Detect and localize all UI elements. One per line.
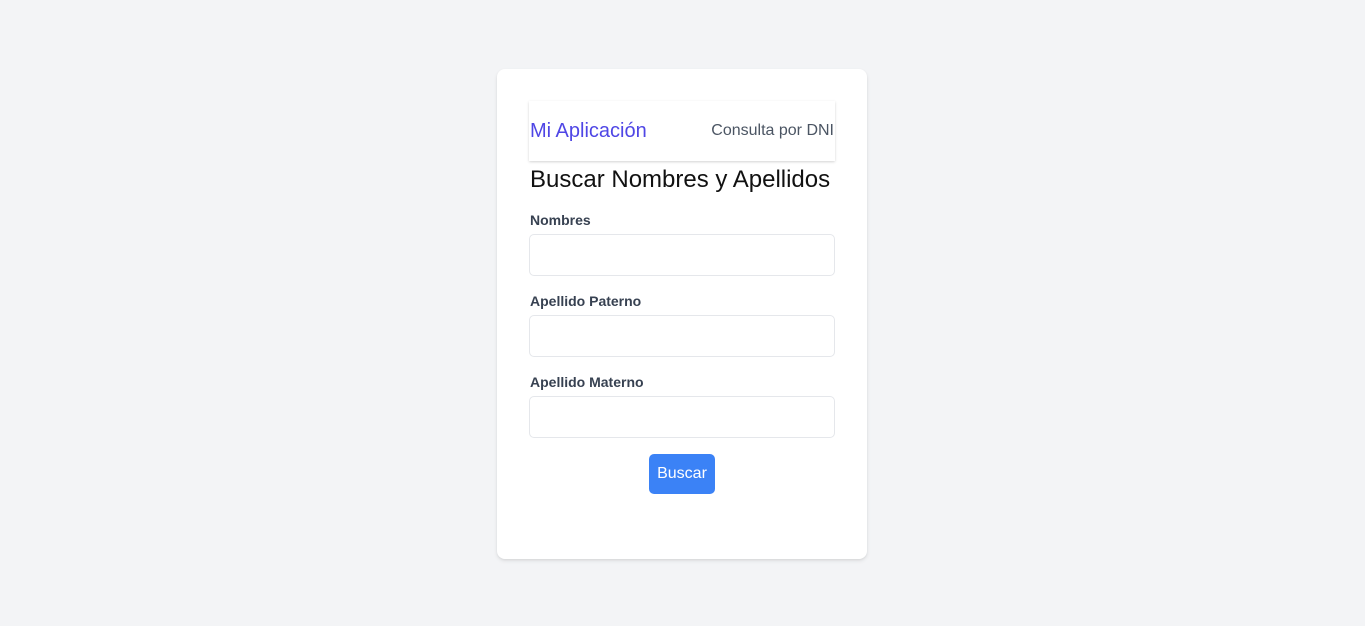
field-apellido-materno: Apellido Materno bbox=[529, 374, 835, 438]
nav-link-consulta-dni[interactable]: Consulta por DNI bbox=[711, 122, 834, 140]
button-row: Buscar bbox=[529, 454, 835, 494]
field-apellido-paterno: Apellido Paterno bbox=[529, 293, 835, 357]
apellido-materno-label: Apellido Materno bbox=[530, 374, 644, 390]
apellido-materno-input[interactable] bbox=[529, 396, 835, 438]
apellido-paterno-input[interactable] bbox=[529, 315, 835, 357]
search-button[interactable]: Buscar bbox=[649, 454, 715, 494]
search-card: Mi Aplicación Consulta por DNI Buscar No… bbox=[497, 69, 867, 559]
nombres-input[interactable] bbox=[529, 234, 835, 276]
field-nombres: Nombres bbox=[529, 212, 835, 276]
page-title: Buscar Nombres y Apellidos bbox=[530, 166, 831, 193]
navbar: Mi Aplicación Consulta por DNI bbox=[529, 101, 835, 161]
brand-link[interactable]: Mi Aplicación bbox=[530, 120, 647, 143]
nombres-label: Nombres bbox=[530, 212, 591, 228]
apellido-paterno-label: Apellido Paterno bbox=[530, 293, 642, 309]
